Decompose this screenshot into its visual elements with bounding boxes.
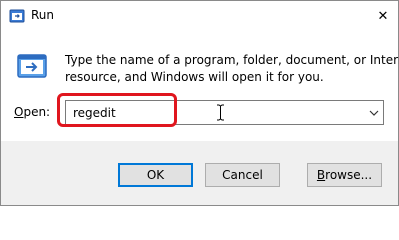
browse-mnemonic: B <box>316 168 326 182</box>
window-title: Run <box>31 8 55 22</box>
open-combobox[interactable]: regedit <box>65 100 384 125</box>
text-cursor-icon <box>217 104 224 121</box>
instruction-line-2: resource, and Windows will open it for y… <box>65 70 324 84</box>
open-input-value[interactable]: regedit <box>73 106 116 120</box>
open-label: Open: <box>14 105 50 119</box>
close-icon: ✕ <box>377 8 389 24</box>
run-program-icon <box>17 54 47 78</box>
title-bar: Run ✕ <box>1 1 398 31</box>
run-dialog: Run ✕ Type the name of a program, folder… <box>0 0 399 206</box>
instruction-text: Type the name of a program, folder, docu… <box>65 52 399 86</box>
browse-label-rest: rowse... <box>325 168 373 182</box>
browse-button[interactable]: Browse... <box>307 163 382 187</box>
instruction-line-1: Type the name of a program, folder, docu… <box>65 53 399 67</box>
run-app-icon <box>9 9 25 23</box>
cancel-button[interactable]: Cancel <box>205 163 280 187</box>
button-bar: OK Cancel Browse... <box>1 141 398 205</box>
chevron-down-icon[interactable] <box>368 107 380 119</box>
open-label-rest: pen: <box>23 105 51 119</box>
close-button[interactable]: ✕ <box>368 1 398 31</box>
ok-button[interactable]: OK <box>118 163 193 187</box>
